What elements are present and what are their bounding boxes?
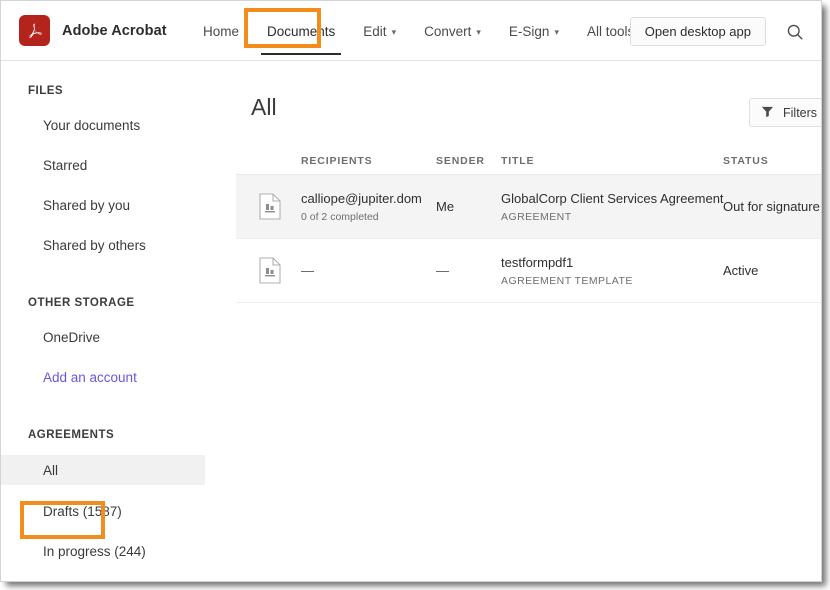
chevron-down-icon: ▾	[476, 26, 481, 37]
brand-name: Adobe Acrobat	[62, 22, 167, 39]
agreements-table: RECIPIENTS SENDER TITLE STATUS calliope@…	[236, 147, 821, 303]
sidebar-item-your-documents[interactable]: Your documents	[1, 111, 236, 139]
table-row[interactable]: calliope@jupiter.dom 0 of 2 completed Me…	[236, 175, 821, 239]
document-type: AGREEMENT TEMPLATE	[501, 274, 633, 287]
row-sender-cell: Me	[436, 198, 501, 216]
sidebar-item-add-an-account[interactable]: Add an account	[1, 363, 236, 391]
chevron-down-icon: ▾	[391, 26, 397, 37]
filter-funnel-icon	[761, 105, 774, 121]
open-desktop-app-label: Open desktop app	[644, 24, 751, 39]
table-header-status: STATUS	[723, 155, 769, 167]
sidebar-item-label: Your documents	[43, 117, 141, 133]
row-sender-cell: —	[436, 263, 501, 278]
table-header-sender: SENDER	[436, 155, 485, 167]
nav-item-convert[interactable]: Convert ▾	[410, 1, 495, 61]
filters-button[interactable]: Filters	[749, 98, 821, 127]
row-icon-cell	[236, 257, 301, 284]
sender-name: —	[436, 263, 449, 278]
sidebar-item-starred[interactable]: Starred	[1, 151, 236, 179]
sidebar-item-onedrive[interactable]: OneDrive	[1, 323, 236, 351]
sidebar-item-label: Shared by others	[43, 237, 146, 253]
sidebar-item-label: Shared by you	[43, 197, 131, 213]
sidebar-item-drafts[interactable]: Drafts (1587)	[1, 497, 236, 525]
sidebar-item-waiting-for-you[interactable]: Waiting for you (153)	[1, 577, 236, 581]
table-header-recipients: RECIPIENTS	[301, 155, 373, 167]
sidebar: FILES Your documents Starred Shared by y…	[1, 61, 236, 581]
sidebar-item-label: All	[43, 462, 59, 478]
nav-item-label: E-Sign	[508, 23, 550, 39]
nav-item-documents[interactable]: Documents	[253, 1, 349, 61]
main-navigation: Home Documents Edit ▾ Convert ▾ E-Sign ▾…	[189, 1, 648, 61]
recipient-email: calliope@jupiter.dom	[301, 191, 422, 207]
row-icon-cell	[236, 193, 301, 220]
nav-item-label: Edit	[363, 23, 387, 39]
row-title-cell: testformpdf1 AGREEMENT TEMPLATE	[501, 254, 723, 287]
nav-item-label: All tools	[586, 23, 635, 39]
filters-label: Filters	[783, 105, 818, 120]
recipient-progress: 0 of 2 completed	[301, 210, 379, 223]
recipient-email: —	[301, 263, 314, 278]
open-desktop-app-button[interactable]: Open desktop app	[629, 17, 766, 46]
nav-item-label: Convert	[424, 23, 472, 39]
status-badge: Out for signature	[723, 199, 820, 214]
row-recipients-cell: calliope@jupiter.dom 0 of 2 completed	[301, 190, 436, 223]
nav-item-home[interactable]: Home	[189, 1, 253, 61]
row-title-cell: GlobalCorp Client Services Agreement AGR…	[501, 190, 724, 223]
sidebar-heading-agreements: AGREEMENTS	[28, 429, 115, 441]
search-icon[interactable]	[781, 18, 809, 46]
document-title: testformpdf1	[501, 255, 574, 271]
acrobat-logo-icon	[19, 15, 50, 46]
sidebar-item-in-progress[interactable]: In progress (244)	[1, 537, 236, 565]
nav-item-label: Home	[203, 23, 240, 39]
body-area: FILES Your documents Starred Shared by y…	[1, 61, 821, 581]
nav-item-label: Documents	[267, 23, 336, 39]
sidebar-item-all[interactable]: All	[1, 455, 205, 485]
sidebar-heading-other-storage: OTHER STORAGE	[28, 297, 135, 309]
sender-name: Me	[436, 198, 455, 214]
sidebar-item-label: Add an account	[43, 369, 137, 385]
table-header-row: RECIPIENTS SENDER TITLE STATUS	[236, 147, 821, 175]
page-title: All	[251, 94, 277, 120]
sidebar-item-shared-by-you[interactable]: Shared by you	[1, 191, 236, 219]
brand: Adobe Acrobat	[19, 15, 167, 46]
row-recipients-cell: —	[301, 263, 436, 278]
row-status-cell: Active	[723, 263, 821, 278]
sidebar-item-shared-by-others[interactable]: Shared by others	[1, 231, 236, 259]
document-type: AGREEMENT	[501, 210, 572, 223]
document-title: GlobalCorp Client Services Agreement	[501, 191, 724, 207]
app-header: Adobe Acrobat Home Documents Edit ▾ Conv…	[1, 1, 821, 61]
sidebar-heading-files: FILES	[28, 85, 64, 97]
document-icon	[259, 193, 281, 220]
nav-item-esign[interactable]: E-Sign ▾	[495, 1, 573, 61]
sidebar-item-label: Drafts (1587)	[43, 503, 122, 519]
nav-item-edit[interactable]: Edit ▾	[349, 1, 410, 61]
acrobat-window: Adobe Acrobat Home Documents Edit ▾ Conv…	[0, 0, 822, 582]
status-badge: Active	[723, 263, 759, 278]
chevron-down-icon: ▾	[554, 26, 559, 37]
table-header-title: TITLE	[501, 155, 535, 167]
sidebar-item-label: Starred	[43, 157, 88, 173]
main-content: All Filters RECIPIENTS SENDER TITLE STAT…	[236, 61, 821, 581]
sidebar-item-label: OneDrive	[43, 329, 101, 345]
table-row[interactable]: — — testformpdf1 AGREEMENT TEMPLATE Acti…	[236, 239, 821, 303]
row-status-cell: Out for signature	[723, 199, 821, 214]
sidebar-item-label: In progress (244)	[43, 543, 146, 559]
document-icon	[259, 257, 281, 284]
